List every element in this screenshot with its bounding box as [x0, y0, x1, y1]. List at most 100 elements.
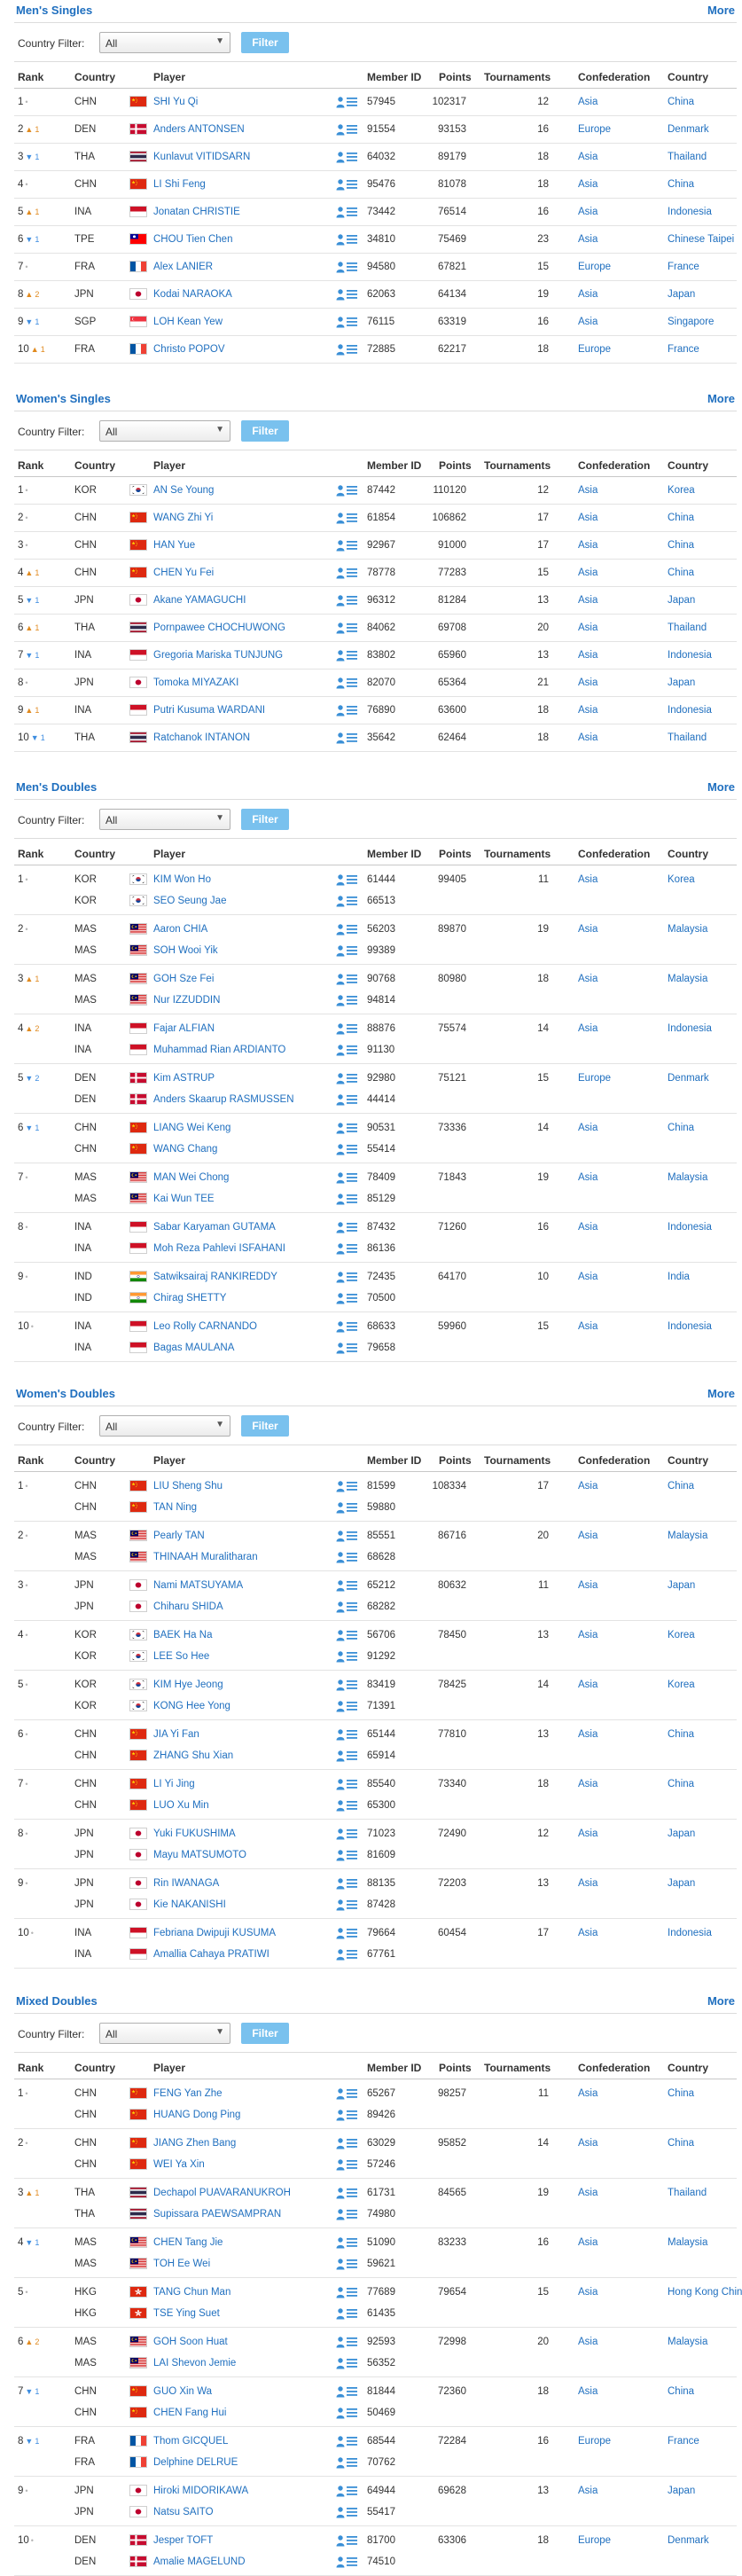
- player-name-link[interactable]: Putri Kusuma WARDANI: [153, 705, 265, 716]
- player-name-link[interactable]: Kim ASTRUP: [153, 1073, 215, 1084]
- column-header-confederation[interactable]: Confederation: [578, 848, 650, 860]
- player-profile-icon[interactable]: [336, 1193, 359, 1205]
- player-profile-icon[interactable]: [336, 923, 359, 936]
- column-header-player[interactable]: Player: [153, 459, 185, 472]
- player-profile-icon[interactable]: [336, 2109, 359, 2121]
- confederation-link[interactable]: Asia: [578, 289, 598, 300]
- column-header-rank[interactable]: Rank: [18, 459, 43, 472]
- country-link[interactable]: Korea: [668, 1630, 695, 1640]
- country-link[interactable]: China: [668, 2138, 694, 2149]
- player-name-link[interactable]: CHEN Fang Hui: [153, 2408, 226, 2418]
- confederation-link[interactable]: Asia: [578, 2138, 598, 2149]
- country-link[interactable]: Japan: [668, 2486, 695, 2496]
- confederation-link[interactable]: Asia: [578, 677, 598, 688]
- confederation-link[interactable]: Asia: [578, 568, 598, 578]
- player-profile-icon[interactable]: [336, 2435, 359, 2447]
- column-header-country-name[interactable]: Country: [668, 71, 708, 83]
- confederation-link[interactable]: Asia: [578, 1779, 598, 1789]
- player-name-link[interactable]: LI Shi Feng: [153, 179, 206, 190]
- player-name-link[interactable]: TOH Ee Wei: [153, 2259, 210, 2269]
- column-header-tournaments[interactable]: Tournaments: [484, 848, 551, 860]
- confederation-link[interactable]: Asia: [578, 2188, 598, 2198]
- column-header-country-name[interactable]: Country: [668, 2062, 708, 2074]
- country-link[interactable]: Indonesia: [668, 207, 712, 217]
- confederation-link[interactable]: Asia: [578, 1630, 598, 1640]
- player-profile-icon[interactable]: [336, 994, 359, 1006]
- more-link[interactable]: More: [707, 1994, 735, 2008]
- column-header-confederation[interactable]: Confederation: [578, 459, 650, 472]
- player-name-link[interactable]: Kai Wun TEE: [153, 1194, 215, 1204]
- player-name-link[interactable]: Leo Rolly CARNANDO: [153, 1321, 257, 1332]
- confederation-link[interactable]: Europe: [578, 262, 611, 272]
- player-name-link[interactable]: FENG Yan Zhe: [153, 2088, 223, 2099]
- column-header-points[interactable]: Points: [439, 2062, 472, 2074]
- confederation-link[interactable]: Asia: [578, 2088, 598, 2099]
- player-profile-icon[interactable]: [336, 1093, 359, 1106]
- column-header-country[interactable]: Country: [74, 459, 115, 472]
- confederation-link[interactable]: Asia: [578, 1531, 598, 1541]
- player-profile-icon[interactable]: [336, 1044, 359, 1056]
- column-header-points[interactable]: Points: [439, 71, 472, 83]
- player-profile-icon[interactable]: [336, 96, 359, 108]
- column-header-player[interactable]: Player: [153, 848, 185, 860]
- player-profile-icon[interactable]: [336, 512, 359, 524]
- country-filter-select[interactable]: All ▼: [99, 1415, 230, 1437]
- country-link[interactable]: Chinese Taipei: [668, 234, 734, 245]
- confederation-link[interactable]: Asia: [578, 2287, 598, 2298]
- country-link[interactable]: Denmark: [668, 124, 709, 135]
- column-header-points[interactable]: Points: [439, 848, 472, 860]
- country-link[interactable]: Singapore: [668, 317, 714, 327]
- player-name-link[interactable]: Mayu MATSUMOTO: [153, 1850, 246, 1860]
- player-profile-icon[interactable]: [336, 2506, 359, 2518]
- column-header-tournaments[interactable]: Tournaments: [484, 71, 551, 83]
- player-profile-icon[interactable]: [336, 944, 359, 957]
- country-link[interactable]: Indonesia: [668, 1928, 712, 1938]
- player-name-link[interactable]: LIU Sheng Shu: [153, 1481, 223, 1492]
- player-name-link[interactable]: Supissara PAEWSAMPRAN: [153, 2209, 281, 2220]
- player-name-link[interactable]: CHOU Tien Chen: [153, 234, 232, 245]
- player-profile-icon[interactable]: [336, 1320, 359, 1333]
- confederation-link[interactable]: Asia: [578, 1172, 598, 1183]
- player-profile-icon[interactable]: [336, 2456, 359, 2469]
- player-profile-icon[interactable]: [336, 178, 359, 191]
- country-link[interactable]: Japan: [668, 1828, 695, 1839]
- country-link[interactable]: Indonesia: [668, 650, 712, 661]
- confederation-link[interactable]: Asia: [578, 1878, 598, 1889]
- player-name-link[interactable]: Nami MATSUYAMA: [153, 1580, 243, 1591]
- player-name-link[interactable]: TANG Chun Man: [153, 2287, 230, 2298]
- column-header-tournaments[interactable]: Tournaments: [484, 1454, 551, 1467]
- country-link[interactable]: China: [668, 540, 694, 551]
- confederation-link[interactable]: Asia: [578, 1222, 598, 1233]
- country-link[interactable]: China: [668, 2088, 694, 2099]
- player-profile-icon[interactable]: [336, 2187, 359, 2199]
- player-name-link[interactable]: THINAAH Muralitharan: [153, 1552, 258, 1562]
- player-profile-icon[interactable]: [336, 2534, 359, 2547]
- confederation-link[interactable]: Asia: [578, 1321, 598, 1332]
- confederation-link[interactable]: Europe: [578, 124, 611, 135]
- player-name-link[interactable]: KONG Hee Yong: [153, 1701, 230, 1711]
- country-filter-select[interactable]: All ▼: [99, 420, 230, 442]
- filter-button[interactable]: Filter: [241, 32, 289, 53]
- column-header-country-name[interactable]: Country: [668, 848, 708, 860]
- player-profile-icon[interactable]: [336, 1551, 359, 1563]
- confederation-link[interactable]: Asia: [578, 732, 598, 743]
- player-name-link[interactable]: Tomoka MIYAZAKI: [153, 677, 238, 688]
- column-header-confederation[interactable]: Confederation: [578, 71, 650, 83]
- player-profile-icon[interactable]: [336, 1342, 359, 1354]
- player-name-link[interactable]: LUO Xu Min: [153, 1800, 209, 1811]
- player-profile-icon[interactable]: [336, 123, 359, 136]
- confederation-link[interactable]: Europe: [578, 2436, 611, 2447]
- country-link[interactable]: Korea: [668, 874, 695, 885]
- player-profile-icon[interactable]: [336, 1899, 359, 1911]
- column-header-player[interactable]: Player: [153, 1454, 185, 1467]
- country-link[interactable]: China: [668, 1123, 694, 1133]
- country-link[interactable]: Thailand: [668, 2188, 707, 2198]
- column-header-member-id[interactable]: Member ID: [367, 1454, 421, 1467]
- country-link[interactable]: Thailand: [668, 622, 707, 633]
- country-link[interactable]: Denmark: [668, 2535, 709, 2546]
- player-name-link[interactable]: Sabar Karyaman GUTAMA: [153, 1222, 276, 1233]
- player-profile-icon[interactable]: [336, 1530, 359, 1542]
- confederation-link[interactable]: Asia: [578, 317, 598, 327]
- player-name-link[interactable]: LOH Kean Yew: [153, 317, 223, 327]
- country-link[interactable]: China: [668, 97, 694, 107]
